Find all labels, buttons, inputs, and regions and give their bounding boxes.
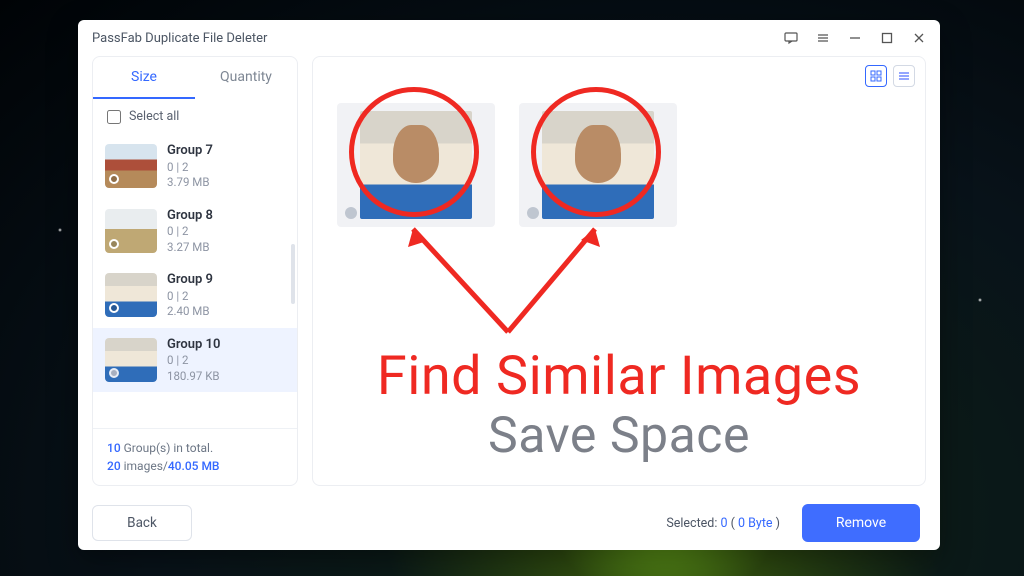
selected-size: 0 Byte xyxy=(738,516,773,531)
tab-quantity[interactable]: Quantity xyxy=(195,57,297,99)
sidebar: Size Quantity Select all Group 7 0 | 2 3… xyxy=(92,56,298,486)
totals-groups-count: 10 xyxy=(107,441,121,455)
totals-size: 40.05 MB xyxy=(168,459,220,473)
window-controls xyxy=(784,31,926,45)
group-item[interactable]: Group 7 0 | 2 3.79 MB xyxy=(93,134,297,199)
back-button[interactable]: Back xyxy=(92,505,192,541)
totals-images-count: 20 xyxy=(107,459,121,473)
overlay-subhead: Save Space xyxy=(313,407,925,465)
group-list: Group 7 0 | 2 3.79 MB Group 8 0 | 2 3.27… xyxy=(93,134,297,428)
group-thumbnail xyxy=(105,209,157,253)
group-item[interactable]: Group 9 0 | 2 2.40 MB xyxy=(93,263,297,328)
scrollbar[interactable] xyxy=(291,244,295,304)
group-thumbnail xyxy=(105,273,157,317)
duplicate-image xyxy=(542,111,654,219)
minimize-icon[interactable] xyxy=(848,31,862,45)
duplicate-image xyxy=(360,111,472,219)
close-icon[interactable] xyxy=(912,31,926,45)
group-size: 180.97 KB xyxy=(167,369,220,385)
group-name: Group 8 xyxy=(167,207,213,225)
totals: 10 Group(s) in total. 20 images/40.05 MB xyxy=(93,428,297,485)
list-view-icon[interactable] xyxy=(893,65,915,87)
group-size: 3.79 MB xyxy=(167,175,213,191)
maximize-icon[interactable] xyxy=(880,31,894,45)
group-count: 0 | 2 xyxy=(167,353,220,369)
title-bar: PassFab Duplicate File Deleter xyxy=(78,20,940,56)
app-window: PassFab Duplicate File Deleter Size Quan… xyxy=(78,20,940,550)
group-size: 3.27 MB xyxy=(167,240,213,256)
footer: Back Selected: 0 ( 0 Byte ) Remove xyxy=(78,496,940,550)
group-thumbnail xyxy=(105,144,157,188)
grid-view-icon[interactable] xyxy=(865,65,887,87)
duplicate-card[interactable] xyxy=(519,103,677,227)
group-name: Group 7 xyxy=(167,142,213,160)
selection-info: Selected: 0 ( 0 Byte ) xyxy=(666,516,780,531)
duplicate-grid xyxy=(313,57,925,273)
select-all-label: Select all xyxy=(129,109,179,124)
overlay-headline: Find Similar Images xyxy=(313,345,925,408)
selected-count: 0 xyxy=(720,516,727,531)
main-panel: Find Similar Images Save Space xyxy=(312,56,926,486)
sidebar-tabs: Size Quantity xyxy=(93,57,297,99)
group-count: 0 | 2 xyxy=(167,160,213,176)
select-radio[interactable] xyxy=(527,207,539,219)
duplicate-card[interactable] xyxy=(337,103,495,227)
group-count: 0 | 2 xyxy=(167,289,213,305)
group-item[interactable]: Group 8 0 | 2 3.27 MB xyxy=(93,199,297,264)
tab-size[interactable]: Size xyxy=(93,57,195,99)
menu-icon[interactable] xyxy=(816,31,830,45)
remove-button[interactable]: Remove xyxy=(802,504,920,542)
select-all[interactable]: Select all xyxy=(93,99,297,134)
select-all-checkbox[interactable] xyxy=(107,110,121,124)
group-size: 2.40 MB xyxy=(167,304,213,320)
chat-icon[interactable] xyxy=(784,31,798,45)
group-name: Group 9 xyxy=(167,271,213,289)
group-thumbnail xyxy=(105,338,157,382)
group-count: 0 | 2 xyxy=(167,224,213,240)
group-item[interactable]: Group 10 0 | 2 180.97 KB xyxy=(93,328,297,393)
view-toggle xyxy=(865,65,915,87)
group-name: Group 10 xyxy=(167,336,220,354)
select-radio[interactable] xyxy=(345,207,357,219)
app-title: PassFab Duplicate File Deleter xyxy=(92,31,267,46)
